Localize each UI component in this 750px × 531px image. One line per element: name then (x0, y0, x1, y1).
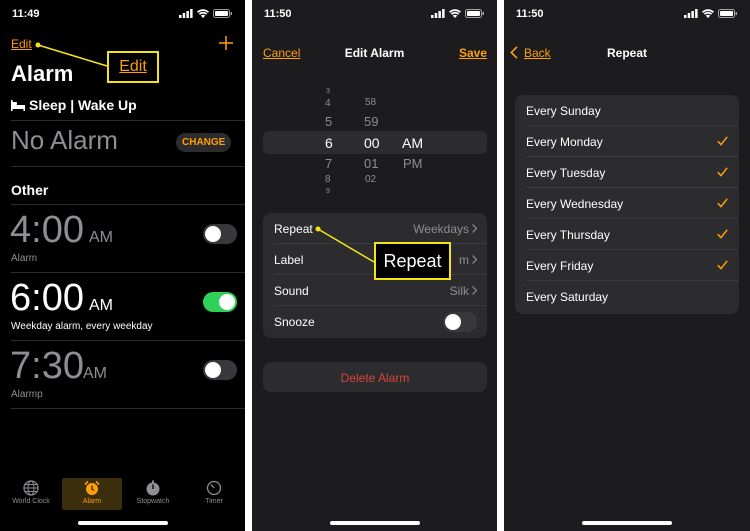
alarm-time: 4:00 (10, 209, 84, 251)
edit-alarm-screen: 11:50 Cancel Edit Alarm Save 3 4 5 6 7 8… (252, 0, 497, 531)
snooze-row: Snooze (263, 306, 487, 337)
wifi-icon (702, 9, 714, 18)
day-row-monday[interactable]: Every Monday (515, 126, 739, 157)
tab-label: World Clock (12, 498, 50, 505)
day-label: Every Tuesday (526, 166, 606, 180)
day-row-friday[interactable]: Every Friday (515, 250, 739, 281)
row-label: Snooze (274, 315, 315, 329)
repeat-callout: Repeat (374, 242, 451, 280)
signal-icon (684, 9, 698, 18)
snooze-toggle[interactable] (443, 312, 477, 332)
day-label: Every Friday (526, 259, 594, 273)
tab-label: Alarm (82, 498, 102, 505)
battery-icon (718, 9, 737, 18)
callout-pointer (35, 42, 108, 67)
screen-title: Repeat (606, 46, 647, 60)
alarm-time: 6:00 (10, 277, 84, 319)
day-label: Every Wednesday (526, 197, 624, 211)
alarm-toggle[interactable] (203, 292, 237, 312)
change-button[interactable]: CHANGE (176, 133, 232, 152)
tab-label: Stopwatch (136, 498, 170, 505)
alarm-ampm: AM (83, 365, 107, 382)
divider (11, 120, 245, 121)
other-heading: Other (11, 182, 49, 198)
home-indicator (329, 521, 420, 525)
globe-icon (23, 480, 39, 496)
alarm-ampm: AM (89, 229, 113, 246)
divider (11, 204, 245, 205)
day-label: Every Sunday (526, 104, 601, 118)
alarm-label: Alarm (11, 253, 38, 264)
status-time: 11:50 (516, 8, 544, 20)
day-label: Every Thursday (526, 228, 610, 242)
alarm-toggle[interactable] (203, 360, 237, 380)
timer-icon (206, 480, 222, 496)
divider (11, 408, 245, 409)
day-label: Every Monday (526, 135, 603, 149)
alarm-label: Alarmp (11, 389, 43, 400)
repeat-screen: 11:50 Back Repeat Every Sunday Every Mon… (504, 0, 750, 531)
edit-callout: Edit (107, 51, 159, 83)
divider (11, 340, 245, 341)
checkmark-icon (717, 229, 728, 239)
status-bar: 11:50 (504, 8, 750, 22)
alarm-toggle[interactable] (203, 224, 237, 244)
no-alarm-text: No Alarm (11, 125, 118, 155)
delete-alarm-button[interactable]: Delete Alarm (263, 362, 487, 392)
checkmark-icon (717, 198, 728, 208)
divider (11, 166, 245, 167)
day-row-wednesday[interactable]: Every Wednesday (515, 188, 739, 219)
checkmark-icon (717, 167, 728, 177)
day-label: Every Saturday (526, 290, 609, 304)
alarm-label: Weekday alarm, every weekday (11, 321, 153, 332)
stopwatch-icon (146, 480, 160, 496)
day-row-sunday[interactable]: Every Sunday (515, 95, 739, 126)
checkmark-icon (717, 136, 728, 146)
day-row-saturday[interactable]: Every Saturday (515, 281, 739, 312)
home-indicator (582, 521, 672, 525)
alarm-time: 7:30 (10, 345, 84, 387)
repeat-days-list: Every Sunday Every Monday Every Tuesday … (515, 95, 739, 314)
bed-icon (11, 100, 25, 111)
tab-world-clock[interactable]: World Clock (1, 478, 61, 510)
alarm-clock-icon (84, 480, 100, 495)
alarm-list-screen: 11:49 Edit Alarm Sleep | Wake Up No Alar… (0, 0, 245, 531)
checkmark-icon (717, 260, 728, 270)
alarm-ampm: AM (89, 297, 113, 314)
home-indicator (77, 521, 168, 525)
day-row-thursday[interactable]: Every Thursday (515, 219, 739, 250)
day-row-tuesday[interactable]: Every Tuesday (515, 157, 739, 188)
tab-alarm[interactable]: Alarm (62, 478, 122, 510)
tab-stopwatch[interactable]: Stopwatch (123, 478, 183, 510)
tab-label: Timer (205, 498, 223, 505)
delete-alarm-label: Delete Alarm (340, 371, 410, 385)
divider (11, 272, 245, 273)
tab-timer[interactable]: Timer (184, 478, 244, 510)
